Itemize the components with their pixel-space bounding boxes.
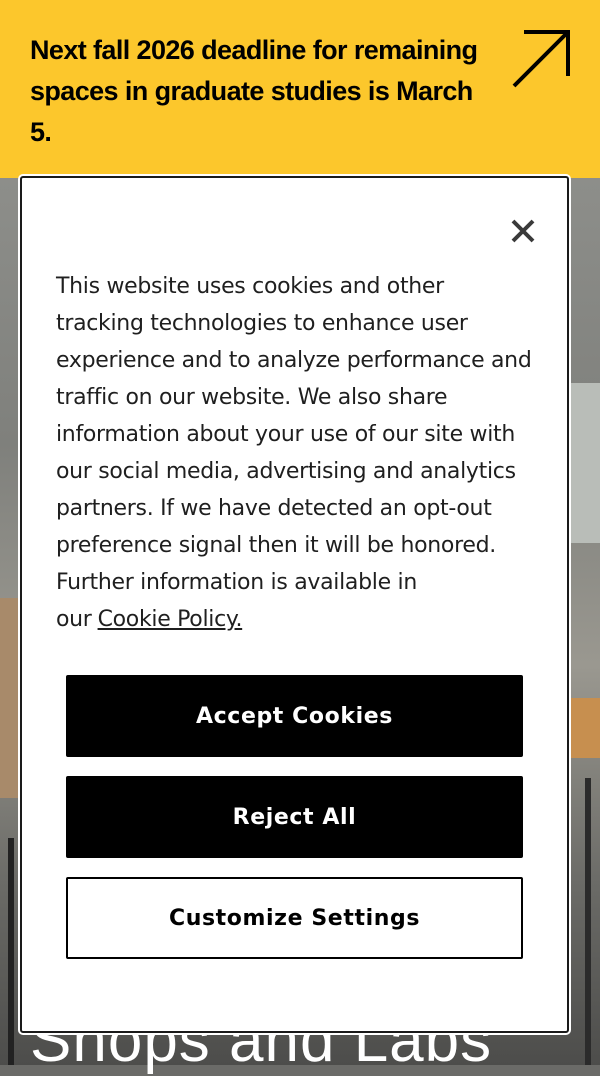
accept-cookies-button[interactable]: Accept Cookies (66, 675, 523, 757)
reject-all-button[interactable]: Reject All (66, 776, 523, 858)
close-button[interactable] (508, 216, 538, 246)
announcement-banner[interactable]: Next fall 2026 deadline for remaining sp… (0, 0, 600, 178)
customize-settings-button[interactable]: Customize Settings (66, 877, 523, 959)
cookie-description: This website uses cookies and other trac… (56, 268, 536, 638)
cookie-policy-link[interactable]: Cookie Policy. (98, 607, 243, 632)
cookie-consent-dialog: This website uses cookies and other trac… (20, 176, 569, 1033)
close-icon (511, 219, 535, 243)
cookie-description-text: This website uses cookies and other trac… (56, 274, 532, 632)
announcement-text: Next fall 2026 deadline for remaining sp… (30, 35, 478, 147)
arrow-up-right-icon (512, 30, 570, 88)
